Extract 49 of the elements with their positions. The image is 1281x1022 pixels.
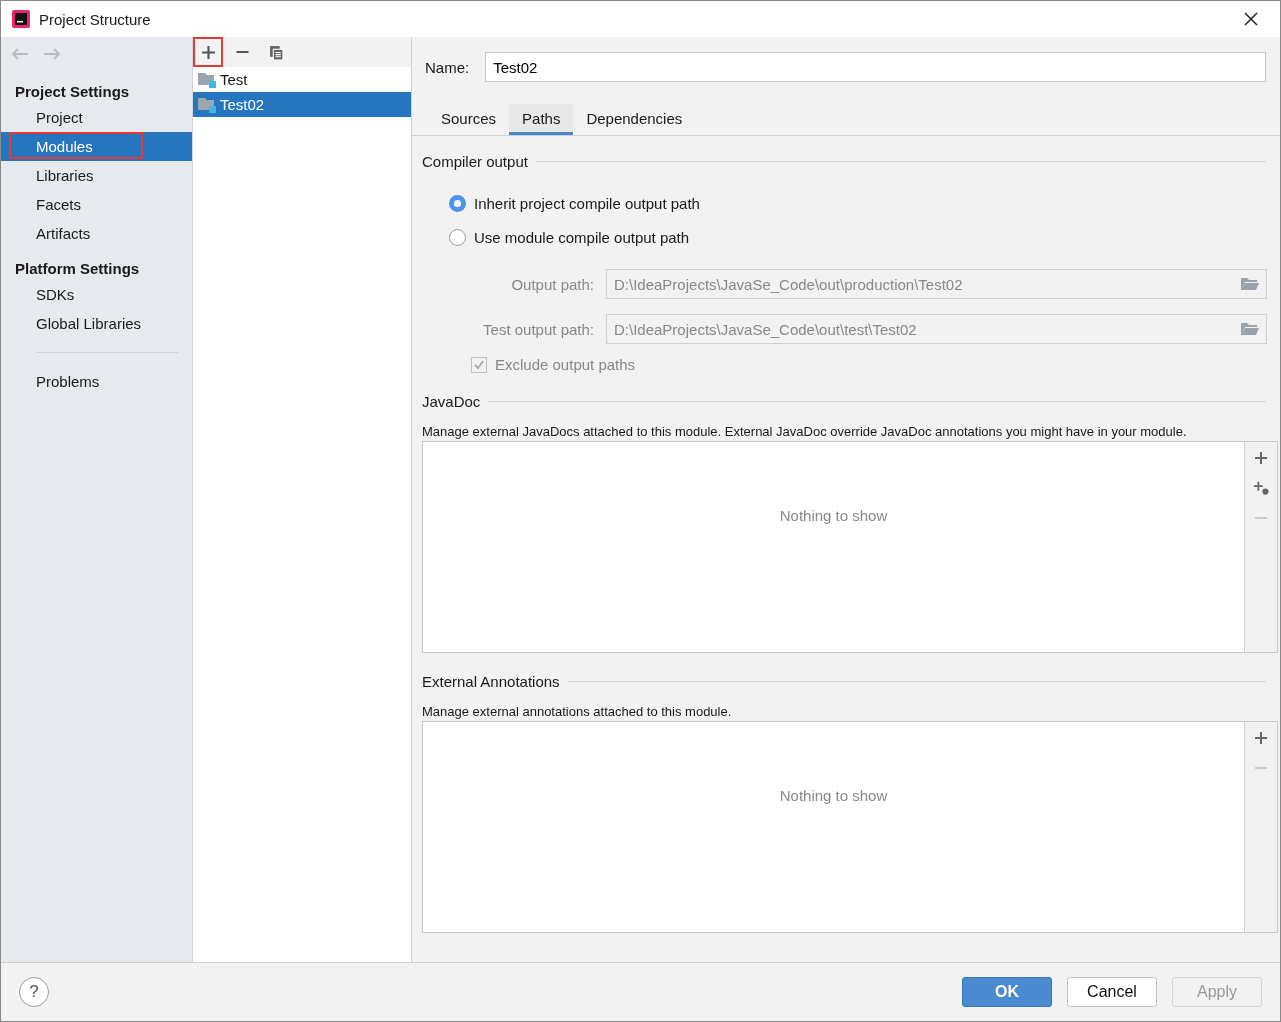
empty-text: Nothing to show — [779, 506, 888, 524]
sidebar-item[interactable]: Libraries — [1, 161, 192, 190]
section-title: Compiler output — [422, 153, 528, 170]
add-button[interactable] — [193, 37, 223, 67]
copy-icon — [268, 44, 284, 60]
sidebar-heading: Project Settings — [14, 82, 131, 100]
sidebar-item[interactable]: SDKs — [1, 280, 192, 309]
module-folder-icon — [198, 71, 216, 88]
radio-button[interactable] — [449, 228, 466, 246]
sidebar-heading: Platform Settings — [14, 259, 141, 277]
app-logo-icon — [11, 9, 31, 29]
tab[interactable]: Paths — [509, 104, 574, 135]
plus-icon — [200, 44, 216, 60]
close-icon[interactable] — [1244, 12, 1258, 26]
dialog-button[interactable]: Cancel — [1067, 977, 1157, 1007]
checkbox-label: Exclude output paths — [495, 356, 636, 373]
module-item[interactable]: Test02 — [193, 92, 411, 117]
name-field[interactable]: Test02 — [485, 52, 1266, 82]
ok-button[interactable]: OK — [962, 977, 1052, 1007]
sidebar-item[interactable]: Modules — [1, 132, 192, 161]
sidebar-item[interactable]: Global Libraries — [1, 309, 192, 338]
section-title: External Annotations — [422, 673, 560, 690]
back-arrow-icon[interactable] — [11, 48, 29, 60]
add-icon[interactable] — [1253, 450, 1269, 466]
sidebar-item[interactable]: Problems — [1, 367, 192, 396]
window-title: Project Structure — [39, 10, 152, 28]
help-button[interactable]: ? — [19, 977, 49, 1007]
path-label: Output path: — [510, 275, 595, 293]
empty-text: Nothing to show — [779, 786, 888, 804]
section-description: Manage external annotations attached to this module. — [422, 704, 733, 719]
add-icon[interactable] — [1253, 730, 1269, 746]
folder-icon[interactable] — [1241, 322, 1259, 336]
sidebar-item[interactable]: Artifacts — [1, 219, 192, 248]
forward-arrow-icon[interactable] — [43, 48, 61, 60]
sidebar-item[interactable]: Facets — [1, 190, 192, 219]
radio-button[interactable] — [449, 194, 466, 212]
radio-label: Inherit project compile output path — [474, 194, 700, 212]
module-item[interactable]: Test — [193, 67, 411, 92]
sidebar-item[interactable]: Project — [1, 103, 192, 132]
section-description: Manage external JavaDocs attached to this module. External JavaDoc override JavaDoc annotations you might have in your module. — [422, 424, 1188, 439]
module-folder-icon — [198, 96, 216, 113]
name-label: Name: — [425, 58, 470, 76]
path-label: Test output path: — [482, 320, 595, 338]
radio-label: Use module compile output path — [474, 228, 690, 246]
tab[interactable]: Dependencies — [573, 104, 696, 135]
minus-icon — [234, 51, 250, 53]
folder-icon[interactable] — [1241, 277, 1259, 291]
tab[interactable]: Sources — [428, 104, 510, 135]
section-title: JavaDoc — [422, 393, 481, 410]
